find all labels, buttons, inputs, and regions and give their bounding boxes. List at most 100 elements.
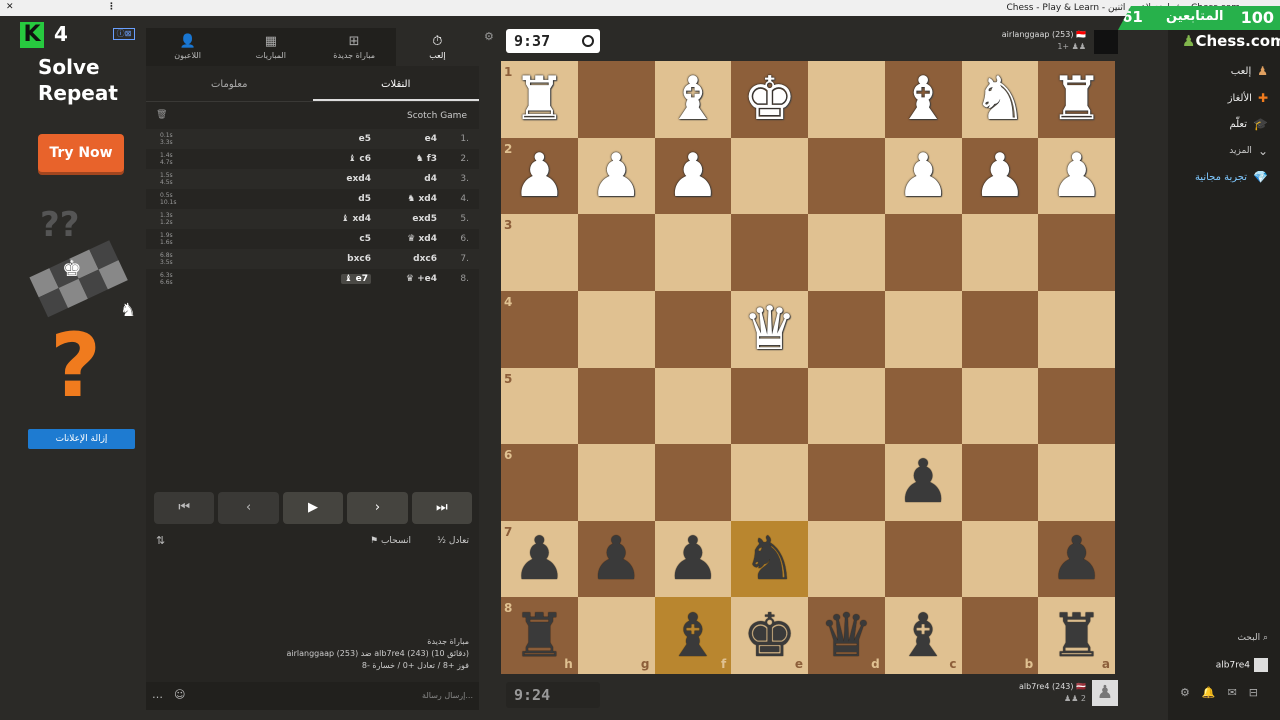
board-square[interactable] (1038, 444, 1115, 521)
draw-button[interactable]: ½ تعادل (437, 536, 469, 546)
board-square[interactable] (1038, 214, 1115, 291)
board-square[interactable]: f ♝ (654, 597, 732, 674)
board-square[interactable] (654, 444, 732, 521)
black-pawn-icon[interactable]: ♟ (666, 529, 720, 589)
board-square[interactable]: ♟ (1038, 520, 1115, 598)
white-pawn-icon[interactable]: ♟ (512, 146, 566, 206)
ad-choices-icon[interactable]: ⓘ⊠ (113, 28, 135, 40)
board-square[interactable]: ♟ (577, 520, 655, 598)
menu-dots-icon[interactable]: ⋮ (107, 2, 116, 12)
nav-more[interactable]: المزيد ⌄ (1229, 144, 1268, 158)
board-square[interactable] (808, 61, 885, 138)
board-square[interactable] (961, 214, 1039, 291)
white-king-icon[interactable]: ♚ (743, 69, 797, 129)
board-square[interactable]: 6 (501, 444, 578, 521)
board-square[interactable] (884, 290, 962, 368)
board-square[interactable] (654, 290, 732, 368)
black-move[interactable]: exd4 (346, 174, 371, 184)
white-move[interactable]: exd5 (412, 214, 437, 224)
top-player-info[interactable]: airlanggaap (253) 🇮🇩 1+ ♟♟ (890, 30, 1118, 54)
tab-moves[interactable]: النقلات (312, 70, 479, 101)
tab-players[interactable]: 👤 اللاعبون (146, 28, 229, 66)
board-square[interactable] (808, 520, 885, 598)
board-square[interactable]: 1 ♜ (501, 61, 578, 138)
board-square[interactable] (577, 444, 655, 521)
board-square[interactable]: ♟ (654, 137, 732, 215)
black-bishop-icon[interactable]: ♝ (896, 606, 950, 666)
white-queen-icon[interactable]: ♛ (743, 299, 797, 359)
white-move[interactable]: d4 (424, 174, 437, 184)
board-square[interactable] (884, 214, 962, 291)
board-square[interactable]: c ♝ (884, 597, 962, 674)
board-square[interactable] (808, 137, 885, 215)
board-square[interactable]: 7 ♟ (501, 520, 578, 598)
black-pawn-icon[interactable]: ♟ (896, 452, 950, 512)
board-square[interactable]: ♟ (577, 137, 655, 215)
board-square[interactable] (961, 290, 1039, 368)
white-bishop-icon[interactable]: ♝ (666, 69, 720, 129)
tab-new-game[interactable]: ⊞ مباراة جديدة (313, 28, 396, 66)
white-move[interactable]: e4 (425, 134, 437, 144)
black-king-icon[interactable]: ♚ (743, 606, 797, 666)
black-queen-icon[interactable]: ♛ (819, 606, 873, 666)
white-rook-icon[interactable]: ♜ (512, 69, 566, 129)
board-square[interactable]: 8 h ♜ (501, 597, 578, 674)
chess-com-logo[interactable]: ♟Chess.com (1182, 32, 1280, 50)
board-square[interactable] (884, 520, 962, 598)
white-bishop-icon[interactable]: ♝ (896, 69, 950, 129)
white-pawn-icon[interactable]: ♟ (1050, 146, 1104, 206)
black-move[interactable]: ♝ e7 (341, 274, 371, 284)
board-square[interactable]: ♟ (884, 137, 962, 215)
board-square[interactable] (731, 367, 808, 445)
first-move-button[interactable]: ⏮ (154, 492, 215, 524)
resign-button[interactable]: ⚑ انسحاب (370, 536, 411, 546)
board-square[interactable] (654, 367, 732, 445)
settings-gear-icon[interactable]: ⚙ (1180, 686, 1190, 699)
board-square[interactable]: a ♜ (1038, 597, 1115, 674)
chess-board[interactable]: 1 ♜ ♝ ♚ ♝ ♞ ♜ 2 ♟ ♟ ♟ ♟ ♟ ♟ 3 4 ♛ 5 6 ♟ 7 ♟ ♟ ♟ ♞ ♟ 8 h ♜ g f ♝ e ♚ d ♛ c ♝ b a… (501, 61, 1115, 674)
top-player-avatar[interactable] (1094, 30, 1118, 54)
white-move[interactable]: ♞ xd4 (407, 194, 437, 204)
board-square[interactable]: ♛ (731, 290, 808, 368)
white-move[interactable]: dxc6 (413, 254, 437, 264)
bottom-player-info[interactable]: alb7re4 (243) 🇱🇻 ♟♟ 2 ♟ (990, 680, 1118, 708)
notifications-bell-icon[interactable]: 🔔 (1202, 686, 1216, 699)
board-square[interactable] (577, 290, 655, 368)
nav-user[interactable]: alb7re4 (1216, 658, 1268, 672)
messages-icon[interactable]: ✉ (1228, 686, 1237, 699)
emoji-icon[interactable]: ☺ (174, 688, 185, 701)
black-move[interactable]: ♝ xd4 (341, 214, 371, 224)
black-move[interactable]: c5 (359, 234, 371, 244)
white-rook-icon[interactable]: ♜ (1050, 69, 1104, 129)
play-button[interactable]: ▶ (282, 492, 344, 524)
nav-learn[interactable]: تعلّم 🎓 (1229, 117, 1268, 131)
board-square[interactable] (731, 444, 808, 521)
board-square[interactable] (1038, 367, 1115, 445)
remove-ads-button[interactable]: إزالة الإعلانات (28, 429, 135, 449)
board-square[interactable] (577, 214, 655, 291)
board-square[interactable] (577, 367, 655, 445)
white-move[interactable]: ♛ +e4 (406, 274, 437, 284)
black-rook-icon[interactable]: ♜ (1050, 606, 1104, 666)
board-square[interactable]: ♜ (1038, 61, 1115, 138)
flip-board-icon[interactable]: ⇅ (156, 534, 165, 547)
collapse-icon[interactable]: ⊟ (1249, 686, 1258, 699)
black-pawn-icon[interactable]: ♟ (1050, 529, 1104, 589)
close-icon[interactable]: ✕ (6, 2, 14, 12)
white-pawn-icon[interactable]: ♟ (666, 146, 720, 206)
board-square[interactable] (808, 214, 885, 291)
tab-info[interactable]: معلومات (146, 70, 313, 101)
board-square[interactable]: ♝ (654, 61, 732, 138)
nav-search[interactable]: البحث ⌕ (1237, 633, 1268, 643)
board-square[interactable]: b (961, 597, 1039, 674)
board-square[interactable] (961, 444, 1039, 521)
board-square[interactable]: g (577, 597, 655, 674)
tab-play[interactable]: ⏱ إلعب (395, 28, 479, 66)
board-square[interactable]: 2 ♟ (501, 137, 578, 215)
nav-free-trial[interactable]: تجربة مجانية 💎 (1195, 170, 1268, 184)
white-move[interactable]: ♛ xd4 (407, 234, 437, 244)
white-knight-icon[interactable]: ♞ (973, 69, 1027, 129)
board-square[interactable] (884, 367, 962, 445)
last-move-button[interactable]: ⏭ (411, 492, 473, 524)
black-knight-icon[interactable]: ♞ (743, 529, 797, 589)
